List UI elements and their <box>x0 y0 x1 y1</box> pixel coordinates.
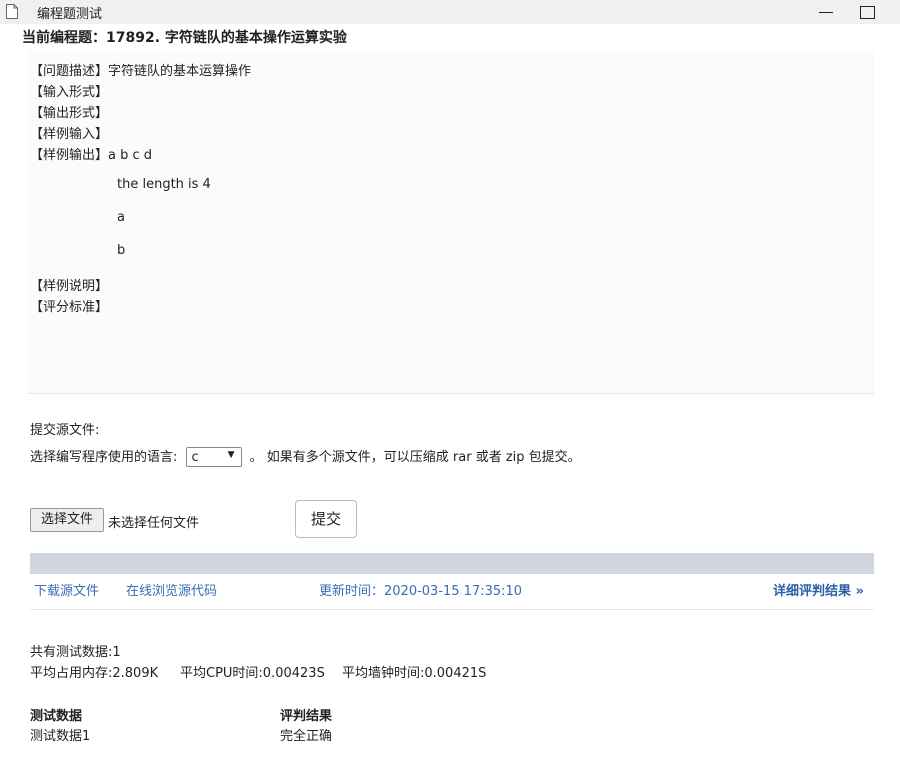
sample-output-text: the length is 4 <box>117 177 211 192</box>
divider <box>30 609 874 610</box>
no-file-chosen-text: 未选择任何文件 <box>108 516 200 531</box>
minimize-button[interactable] <box>814 2 838 22</box>
updated-time: 更新时间：2020-03-15 17:35:10 <box>319 584 523 599</box>
average-memory: 平均占用内存:2.809K <box>30 666 159 681</box>
language-prefix: 选择编写程序使用的语言: <box>30 450 178 465</box>
sample-output-line: 【样例输出】a b c d <box>30 144 152 163</box>
sample-output-label: 【样例输出】 <box>30 148 109 163</box>
output-format-label: 【输出形式】 <box>30 106 109 121</box>
window-titlebar: 编程题测试 <box>0 0 900 24</box>
choose-file-button[interactable]: 选择文件 <box>30 508 104 532</box>
sample-input-label: 【样例输入】 <box>30 127 109 142</box>
description-label: 【问题描述】 <box>30 64 109 79</box>
detailed-result-link[interactable]: 详细评判结果 » <box>773 580 864 599</box>
document-icon <box>6 4 18 19</box>
table-header-test-data: 测试数据 <box>30 709 83 724</box>
language-select[interactable]: c ▼ <box>185 446 242 467</box>
maximize-button[interactable] <box>856 2 878 22</box>
sample-explanation-label: 【样例说明】 <box>30 279 109 294</box>
input-format-label: 【输入形式】 <box>30 85 109 100</box>
language-row: 选择编写程序使用的语言: c ▼ 。 如果有多个源文件，可以压缩成 rar 或者… <box>30 446 581 467</box>
language-selected-value: c <box>191 449 199 465</box>
table-cell-test-data: 测试数据1 <box>30 729 91 744</box>
result-header-band <box>30 553 874 574</box>
dropdown-arrow-icon: ▼ <box>227 449 235 460</box>
description-text: 字符链队的基本运算操作 <box>108 64 252 79</box>
problem-title: 当前编程题：17892. 字符链队的基本操作运算实验 <box>22 30 347 46</box>
submit-source-label: 提交源文件: <box>30 423 100 438</box>
sample-output-first: a b c d <box>108 148 153 163</box>
window-title: 编程题测试 <box>37 7 103 22</box>
problem-description-panel <box>28 50 874 394</box>
total-test-count: 共有测试数据:1 <box>30 645 121 660</box>
browse-source-link[interactable]: 在线浏览源代码 <box>126 580 217 599</box>
average-wall-time: 平均墙钟时间:0.00421S <box>342 666 487 681</box>
sample-output-text: b <box>117 243 126 258</box>
table-cell-result: 完全正确 <box>280 729 333 744</box>
description-line: 【问题描述】字符链队的基本运算操作 <box>30 60 251 79</box>
scoring-label: 【评分标准】 <box>30 300 109 315</box>
average-cpu-time: 平均CPU时间:0.00423S <box>180 666 325 681</box>
sample-output-text: a <box>117 210 125 225</box>
table-header-result: 评判结果 <box>280 709 333 724</box>
submit-button[interactable]: 提交 <box>295 500 357 538</box>
download-source-link[interactable]: 下载源文件 <box>34 580 99 599</box>
language-suffix: 。 如果有多个源文件，可以压缩成 rar 或者 zip 包提交。 <box>249 450 581 465</box>
